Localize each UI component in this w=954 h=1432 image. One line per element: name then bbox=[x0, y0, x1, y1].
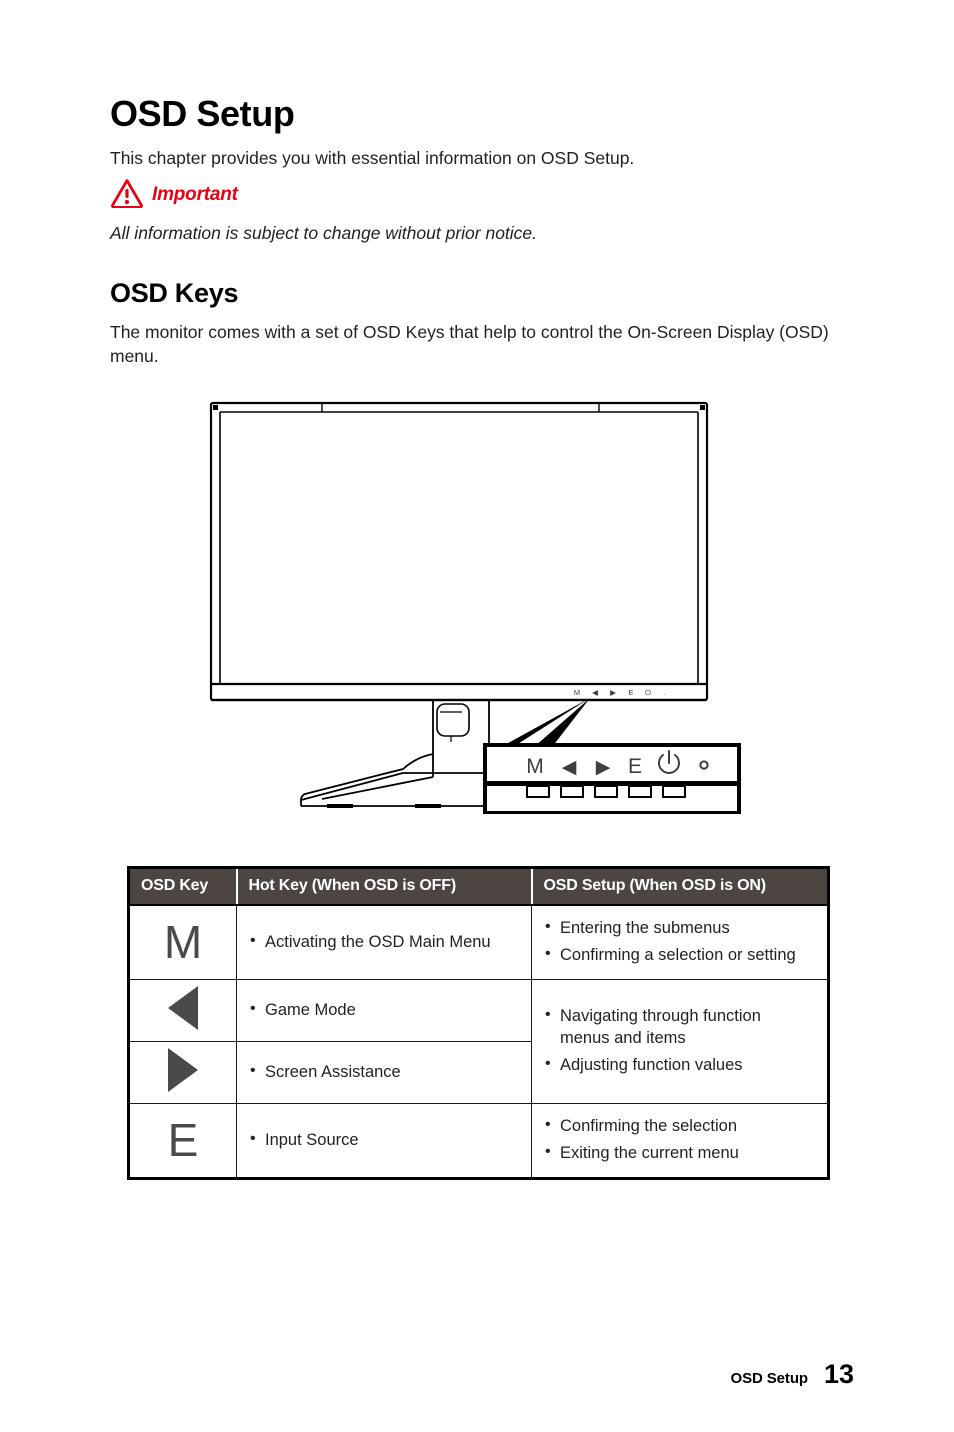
osd-setup-cell-arrows: Navigating through function menus and it… bbox=[531, 978, 829, 1104]
warning-triangle-icon bbox=[110, 178, 144, 213]
hotkey-list-left-arrow: Game Mode bbox=[249, 999, 517, 1021]
svg-text:◀: ◀ bbox=[562, 757, 577, 778]
osd-setup-list-arrows: Navigating through function menus and it… bbox=[544, 1005, 813, 1076]
key-glyph-cell-m: M bbox=[128, 904, 237, 980]
osd-setup-list-e: Confirming the selection Exiting the cur… bbox=[544, 1115, 813, 1165]
list-item: Confirming the selection bbox=[544, 1115, 813, 1137]
chapter-intro-text: This chapter provides you with essential… bbox=[110, 147, 635, 168]
osd-keys-table: OSD Key Hot Key (When OSD is OFF) OSD Se… bbox=[127, 866, 830, 1180]
column-header-osd-key: OSD Key bbox=[128, 867, 237, 906]
monitor-illustration: M ◀ ▶ E ⏻ · M ◀ ▶ E bbox=[207, 399, 747, 814]
hotkey-cell-m: Activating the OSD Main Menu bbox=[236, 904, 532, 980]
hotkey-cell-left-arrow: Game Mode bbox=[236, 978, 532, 1042]
hotkey-list-right-arrow: Screen Assistance bbox=[249, 1061, 517, 1083]
key-glyph-cell-e: E bbox=[128, 1102, 237, 1179]
svg-text:·: · bbox=[664, 689, 667, 698]
svg-text:▶: ▶ bbox=[610, 688, 617, 697]
svg-text:E: E bbox=[628, 688, 633, 697]
table-header: OSD Key Hot Key (When OSD is OFF) OSD Se… bbox=[128, 867, 829, 906]
svg-text:▶: ▶ bbox=[596, 757, 611, 778]
arrow-right-icon bbox=[168, 1047, 198, 1092]
list-item: Activating the OSD Main Menu bbox=[249, 931, 517, 953]
section-heading-osd-keys: OSD Keys bbox=[110, 278, 239, 309]
osd-setup-list-m: Entering the submenus Confirming a selec… bbox=[544, 917, 813, 967]
list-item: Exiting the current menu bbox=[544, 1142, 813, 1164]
list-item: Navigating through function menus and it… bbox=[544, 1005, 813, 1049]
table-row: Game Mode Navigating through function me… bbox=[128, 978, 829, 1104]
list-item: Input Source bbox=[249, 1129, 517, 1151]
important-label: Important bbox=[152, 184, 238, 206]
important-callout: Important bbox=[110, 178, 854, 212]
section-body-text: The monitor comes with a set of OSD Keys… bbox=[110, 322, 829, 366]
svg-text:E: E bbox=[628, 755, 642, 778]
hotkey-list-m: Activating the OSD Main Menu bbox=[249, 931, 517, 953]
table-row: E Input Source Confirming the selection … bbox=[128, 1102, 829, 1179]
list-item: Game Mode bbox=[249, 999, 517, 1021]
list-item: Entering the submenus bbox=[544, 917, 813, 939]
key-glyph-cell-left-arrow bbox=[128, 978, 237, 1042]
hotkey-cell-e: Input Source bbox=[236, 1102, 532, 1179]
svg-text:M: M bbox=[526, 755, 544, 778]
footer-section-name: OSD Setup bbox=[730, 1370, 809, 1387]
page-title: OSD Setup bbox=[110, 93, 295, 134]
key-glyph-e: E bbox=[167, 1114, 199, 1167]
arrow-left-icon bbox=[168, 985, 198, 1030]
osd-keys-table-container: OSD Key Hot Key (When OSD is OFF) OSD Se… bbox=[127, 866, 830, 1180]
column-header-osd-setup: OSD Setup (When OSD is ON) bbox=[530, 867, 829, 906]
osd-setup-cell-m: Entering the submenus Confirming a selec… bbox=[531, 904, 829, 980]
footer-page-number: 13 bbox=[823, 1359, 854, 1389]
hotkey-list-e: Input Source bbox=[249, 1129, 517, 1151]
table-header-row: OSD Key Hot Key (When OSD is OFF) OSD Se… bbox=[128, 867, 829, 906]
important-note-text: All information is subject to change wit… bbox=[110, 223, 538, 244]
column-header-hot-key: Hot Key (When OSD is OFF) bbox=[235, 867, 532, 906]
page-content: OSD Setup This chapter provides you with… bbox=[110, 95, 854, 369]
key-glyph-cell-right-arrow bbox=[128, 1040, 237, 1104]
svg-text:M: M bbox=[574, 688, 580, 697]
page-footer: OSD Setup 13 bbox=[731, 1359, 855, 1390]
document-page: OSD Setup This chapter provides you with… bbox=[0, 0, 954, 1432]
list-item: Adjusting function values bbox=[544, 1054, 813, 1076]
table-row: M Activating the OSD Main Menu Entering … bbox=[128, 904, 829, 980]
list-item: Confirming a selection or setting bbox=[544, 944, 813, 966]
hotkey-cell-right-arrow: Screen Assistance bbox=[236, 1040, 532, 1104]
osd-setup-cell-e: Confirming the selection Exiting the cur… bbox=[531, 1102, 829, 1179]
table-body: M Activating the OSD Main Menu Entering … bbox=[128, 904, 829, 1179]
list-item: Screen Assistance bbox=[249, 1061, 517, 1083]
key-glyph-m: M bbox=[163, 916, 203, 969]
svg-text:◀: ◀ bbox=[592, 688, 599, 697]
svg-text:⏻: ⏻ bbox=[645, 688, 652, 697]
